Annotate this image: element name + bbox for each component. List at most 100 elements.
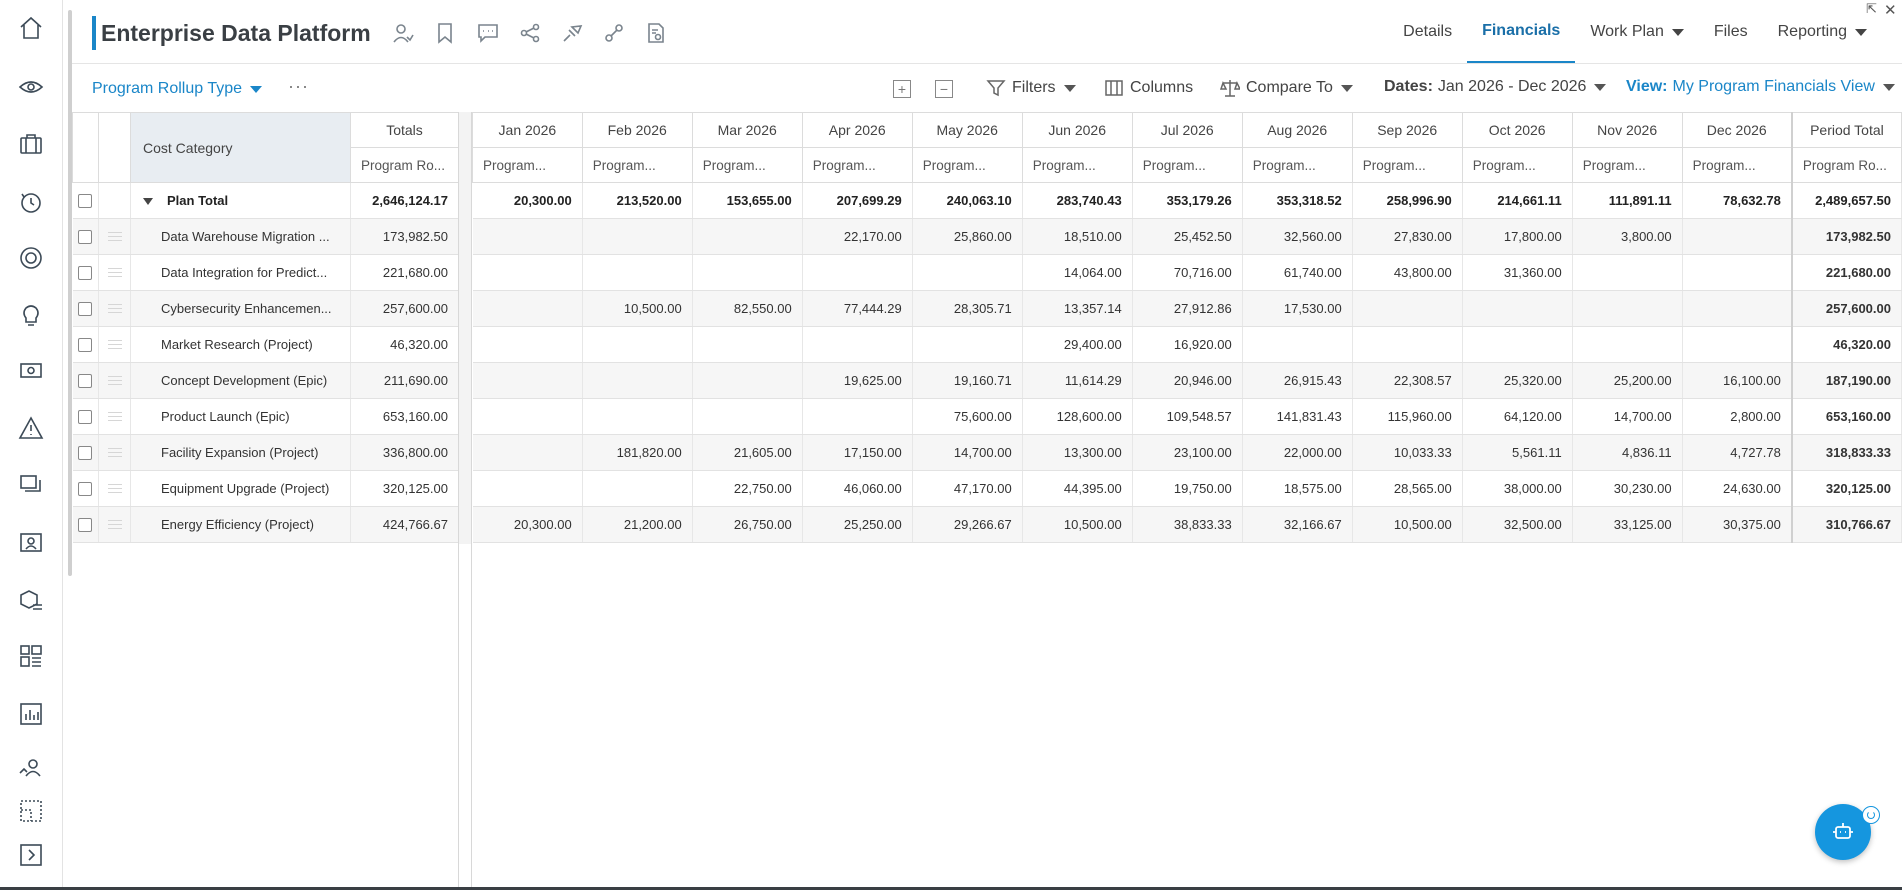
- period-total-cell[interactable]: 310,766.67: [1790, 506, 1902, 543]
- row-checkbox[interactable]: [78, 302, 93, 317]
- period-total-cell[interactable]: 318,833.33: [1790, 434, 1902, 471]
- row-checkbox[interactable]: [78, 230, 93, 245]
- month-value-cell[interactable]: 77,444.29: [802, 290, 913, 327]
- month-subheader[interactable]: Program...: [581, 147, 693, 183]
- drag-handle-icon[interactable]: [107, 519, 122, 532]
- plan-total-name-cell[interactable]: Plan Total: [130, 182, 351, 219]
- month-value-cell[interactable]: [912, 254, 1023, 291]
- collapse-toggle-icon[interactable]: [143, 198, 153, 206]
- month-value-cell[interactable]: 26,750.00: [692, 506, 803, 543]
- table-row[interactable]: Energy Efficiency (Project) 424,766.67: [72, 506, 459, 543]
- tab-work-plan[interactable]: Work Plan: [1575, 0, 1699, 64]
- month-value-cell[interactable]: 64,120.00: [1462, 398, 1573, 435]
- warning-icon[interactable]: [17, 414, 45, 442]
- pane-splitter-handle[interactable]: [458, 112, 472, 544]
- user-assign-icon[interactable]: [390, 20, 416, 46]
- month-value-cell[interactable]: [1682, 290, 1793, 327]
- row-select-cell[interactable]: [72, 506, 99, 543]
- month-value-cell[interactable]: 28,305.71: [912, 290, 1023, 327]
- drag-handle-icon[interactable]: [107, 339, 122, 352]
- close-icon[interactable]: ✕: [1884, 1, 1897, 19]
- month-value-cell[interactable]: 17,800.00: [1462, 218, 1573, 255]
- tab-files[interactable]: Files: [1699, 0, 1763, 64]
- row-checkbox[interactable]: [78, 338, 93, 353]
- month-value-cell[interactable]: [1462, 290, 1573, 327]
- month-value-cell[interactable]: 4,836.11: [1572, 434, 1683, 471]
- month-header[interactable]: Jul 2026: [1131, 112, 1243, 148]
- month-value-cell[interactable]: 23,100.00: [1132, 434, 1243, 471]
- month-value-cell[interactable]: [582, 470, 693, 507]
- month-value-cell[interactable]: [692, 254, 803, 291]
- month-value-cell[interactable]: [1682, 326, 1793, 363]
- month-value-cell[interactable]: 10,033.33: [1352, 434, 1463, 471]
- month-subheader[interactable]: Program...: [911, 147, 1023, 183]
- totals-subheader[interactable]: Program Ro...: [350, 147, 459, 183]
- table-row[interactable]: 14,064.00 70,716.00 61,740.00 43,800.00 31,3…: [472, 254, 1902, 291]
- month-value-cell[interactable]: [1682, 254, 1793, 291]
- month-value-cell[interactable]: 25,860.00: [912, 218, 1023, 255]
- month-value-cell[interactable]: [692, 218, 803, 255]
- month-value-cell[interactable]: [472, 434, 583, 471]
- month-value-cell[interactable]: 3,800.00: [1572, 218, 1683, 255]
- drag-handle-cell[interactable]: [98, 290, 131, 327]
- table-row[interactable]: 181,820.00 21,605.00 17,150.00 14,700.00 13,…: [472, 434, 1902, 471]
- month-value-cell[interactable]: 22,750.00: [692, 470, 803, 507]
- dashboard-icon[interactable]: [17, 642, 45, 670]
- compare-to-button[interactable]: Compare To: [1220, 78, 1353, 98]
- month-value-cell[interactable]: 33,125.00: [1572, 506, 1683, 543]
- table-row[interactable]: Data Warehouse Migration ... 173,982.50: [72, 218, 459, 255]
- month-value-cell[interactable]: 14,700.00: [1572, 398, 1683, 435]
- month-value-cell[interactable]: 18,575.00: [1242, 470, 1353, 507]
- month-value-cell[interactable]: 10,500.00: [1022, 506, 1133, 543]
- row-select-cell[interactable]: [72, 398, 99, 435]
- money-icon[interactable]: [17, 356, 45, 384]
- month-value-cell[interactable]: 27,912.86: [1132, 290, 1243, 327]
- table-row[interactable]: Market Research (Project) 46,320.00: [72, 326, 459, 363]
- month-value-cell[interactable]: 44,395.00: [1022, 470, 1133, 507]
- dates-dropdown[interactable]: Dates: Jan 2026 - Dec 2026: [1384, 78, 1607, 96]
- month-subheader[interactable]: Program...: [1681, 147, 1793, 183]
- month-value-cell[interactable]: [692, 398, 803, 435]
- cost-category-header[interactable]: Cost Category: [130, 112, 351, 183]
- period-total-subheader[interactable]: Program Ro...: [1790, 147, 1902, 183]
- month-value-cell[interactable]: 29,266.67: [912, 506, 1023, 543]
- row-select-cell[interactable]: [72, 326, 99, 363]
- cost-category-name[interactable]: Cybersecurity Enhancemen...: [130, 290, 351, 327]
- table-row[interactable]: Product Launch (Epic) 653,160.00: [72, 398, 459, 435]
- month-value-cell[interactable]: 25,200.00: [1572, 362, 1683, 399]
- drag-handle-cell[interactable]: [98, 470, 131, 507]
- collapse-all-icon[interactable]: −: [935, 80, 953, 98]
- month-value-cell[interactable]: 16,100.00: [1682, 362, 1793, 399]
- month-value-cell[interactable]: 10,500.00: [1352, 506, 1463, 543]
- link-icon[interactable]: [601, 20, 627, 46]
- drag-handle-cell[interactable]: [98, 506, 131, 543]
- row-checkbox[interactable]: [78, 518, 93, 533]
- row-select-cell[interactable]: [72, 434, 99, 471]
- month-header[interactable]: Dec 2026: [1681, 112, 1793, 148]
- month-value-cell[interactable]: 28,565.00: [1352, 470, 1463, 507]
- month-value-cell[interactable]: 19,750.00: [1132, 470, 1243, 507]
- row-checkbox[interactable]: [78, 446, 93, 461]
- month-header[interactable]: Nov 2026: [1571, 112, 1683, 148]
- month-value-cell[interactable]: 13,300.00: [1022, 434, 1133, 471]
- month-value-cell[interactable]: [1682, 218, 1793, 255]
- pop-out-icon[interactable]: ⇱: [1866, 1, 1877, 17]
- month-subheader[interactable]: Program...: [1461, 147, 1573, 183]
- month-value-cell[interactable]: [472, 290, 583, 327]
- row-checkbox[interactable]: [78, 374, 93, 389]
- month-value-cell[interactable]: 30,375.00: [1682, 506, 1793, 543]
- drag-handle-cell[interactable]: [98, 254, 131, 291]
- month-value-cell[interactable]: 18,510.00: [1022, 218, 1133, 255]
- month-value-cell[interactable]: 22,170.00: [802, 218, 913, 255]
- month-value-cell[interactable]: 47,170.00: [912, 470, 1023, 507]
- table-row[interactable]: Concept Development (Epic) 211,690.00: [72, 362, 459, 399]
- month-value-cell[interactable]: [912, 326, 1023, 363]
- month-value-cell[interactable]: 181,820.00: [582, 434, 693, 471]
- cost-category-name[interactable]: Energy Efficiency (Project): [130, 506, 351, 543]
- row-select-cell[interactable]: [72, 290, 99, 327]
- month-value-cell[interactable]: 19,625.00: [802, 362, 913, 399]
- month-value-cell[interactable]: [1352, 290, 1463, 327]
- month-value-cell[interactable]: 17,530.00: [1242, 290, 1353, 327]
- month-subheader[interactable]: Program...: [1351, 147, 1463, 183]
- stack-icon[interactable]: [17, 470, 45, 498]
